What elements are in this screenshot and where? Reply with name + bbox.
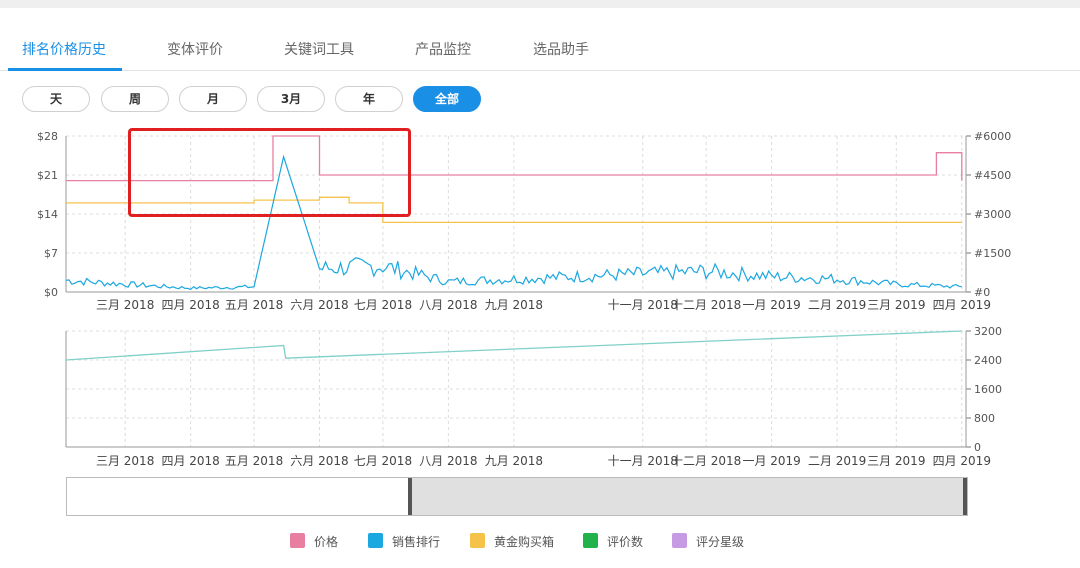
x-tick-label: 四月 2019 xyxy=(933,454,991,468)
x-tick-label: 四月 2019 xyxy=(933,298,991,312)
tab-product-selection-helper[interactable]: 选品助手 xyxy=(533,39,589,59)
x-tick-label: 六月 2018 xyxy=(290,298,348,312)
tab-keyword-tool[interactable]: 关键词工具 xyxy=(284,39,354,59)
range-all-button[interactable]: 全部 xyxy=(413,86,481,112)
x-tick-label: 一月 2019 xyxy=(742,298,800,312)
y-right-tick-label: 0 xyxy=(974,441,981,454)
x-tick-label: 四月 2018 xyxy=(161,298,219,312)
y-right-tick-label: 800 xyxy=(974,412,995,425)
tab-bar: 排名价格历史 变体评价 关键词工具 产品监控 选品助手 xyxy=(0,30,1080,71)
x-tick-label: 八月 2018 xyxy=(419,454,477,468)
tab-active-indicator xyxy=(8,68,122,71)
x-tick-label: 七月 2018 xyxy=(354,454,412,468)
legend-swatch-rating xyxy=(672,533,687,548)
x-tick-label: 三月 2019 xyxy=(867,454,925,468)
time-navigator[interactable] xyxy=(66,477,968,516)
reviews-chart: 0 800 1600 2400 3200 三月 2018 四月 2018 五月 2018 六月 … xyxy=(65,325,1002,468)
x-tick-label: 八月 2018 xyxy=(419,298,477,312)
x-tick-label: 二月 2019 xyxy=(808,454,866,468)
legend-swatch-price xyxy=(290,533,305,548)
range-month-button[interactable]: 月 xyxy=(179,86,247,112)
y-left-tick-label: $0 xyxy=(44,286,58,299)
x-tick-label: 一月 2019 xyxy=(742,454,800,468)
tab-rank-price-history[interactable]: 排名价格历史 xyxy=(22,39,106,59)
chart-legend: 价格 销售排行 黄金购买箱 评价数 评分星级 xyxy=(0,531,1080,551)
x-tick-label: 九月 2018 xyxy=(485,298,543,312)
y-right-tick-label: 1600 xyxy=(974,383,1002,396)
legend-label-sales-rank: 销售排行 xyxy=(392,535,441,549)
y-left-tick-label: $21 xyxy=(37,169,58,182)
y-right-tick-label: #6000 xyxy=(974,130,1011,143)
x-tick-label: 七月 2018 xyxy=(354,298,412,312)
x-tick-label: 三月 2018 xyxy=(96,454,154,468)
x-tick-label: 十一月 2018 xyxy=(608,298,678,312)
y-right-tick-label: #4500 xyxy=(974,169,1011,182)
range-year-button[interactable]: 年 xyxy=(335,86,403,112)
x-tick-label: 五月 2018 xyxy=(225,298,283,312)
y-left-tick-label: $14 xyxy=(37,208,58,221)
x-tick-label: 四月 2018 xyxy=(161,454,219,468)
x-tick-label: 二月 2019 xyxy=(808,298,866,312)
x-tick-label: 十一月 2018 xyxy=(608,454,678,468)
legend-label-price: 价格 xyxy=(314,535,339,549)
range-week-button[interactable]: 周 xyxy=(101,86,169,112)
x-tick-label: 三月 2018 xyxy=(96,298,154,312)
x-tick-label: 五月 2018 xyxy=(225,454,283,468)
navigator-selected-range[interactable] xyxy=(410,478,966,515)
legend-swatch-review-count xyxy=(583,533,598,548)
tab-variant-reviews[interactable]: 变体评价 xyxy=(167,39,223,59)
top-bar xyxy=(0,0,1080,8)
y-left-tick-label: $7 xyxy=(44,247,58,260)
y-right-tick-label: 3200 xyxy=(974,325,1002,338)
navigator-right-handle[interactable] xyxy=(963,478,967,515)
range-3month-button[interactable]: 3月 xyxy=(257,86,325,112)
legend-label-rating: 评分星级 xyxy=(696,535,745,549)
range-day-button[interactable]: 天 xyxy=(22,86,90,112)
y-right-tick-label: #3000 xyxy=(974,208,1011,221)
highlight-box xyxy=(128,128,411,217)
legend-swatch-buy-box xyxy=(470,533,485,548)
y-right-tick-label: 2400 xyxy=(974,354,1002,367)
x-tick-label: 十二月 2018 xyxy=(671,298,741,312)
tab-product-monitor[interactable]: 产品监控 xyxy=(415,39,471,59)
legend-label-review-count: 评价数 xyxy=(607,535,644,549)
x-tick-label: 十二月 2018 xyxy=(671,454,741,468)
x-tick-label: 三月 2019 xyxy=(867,298,925,312)
y-left-tick-label: $28 xyxy=(37,130,58,143)
x-tick-label: 九月 2018 xyxy=(485,454,543,468)
legend-swatch-sales-rank xyxy=(368,533,383,548)
navigator-left-handle[interactable] xyxy=(408,478,412,515)
y-right-tick-label: #1500 xyxy=(974,247,1011,260)
legend-label-buy-box: 黄金购买箱 xyxy=(494,535,555,549)
x-tick-label: 六月 2018 xyxy=(290,454,348,468)
